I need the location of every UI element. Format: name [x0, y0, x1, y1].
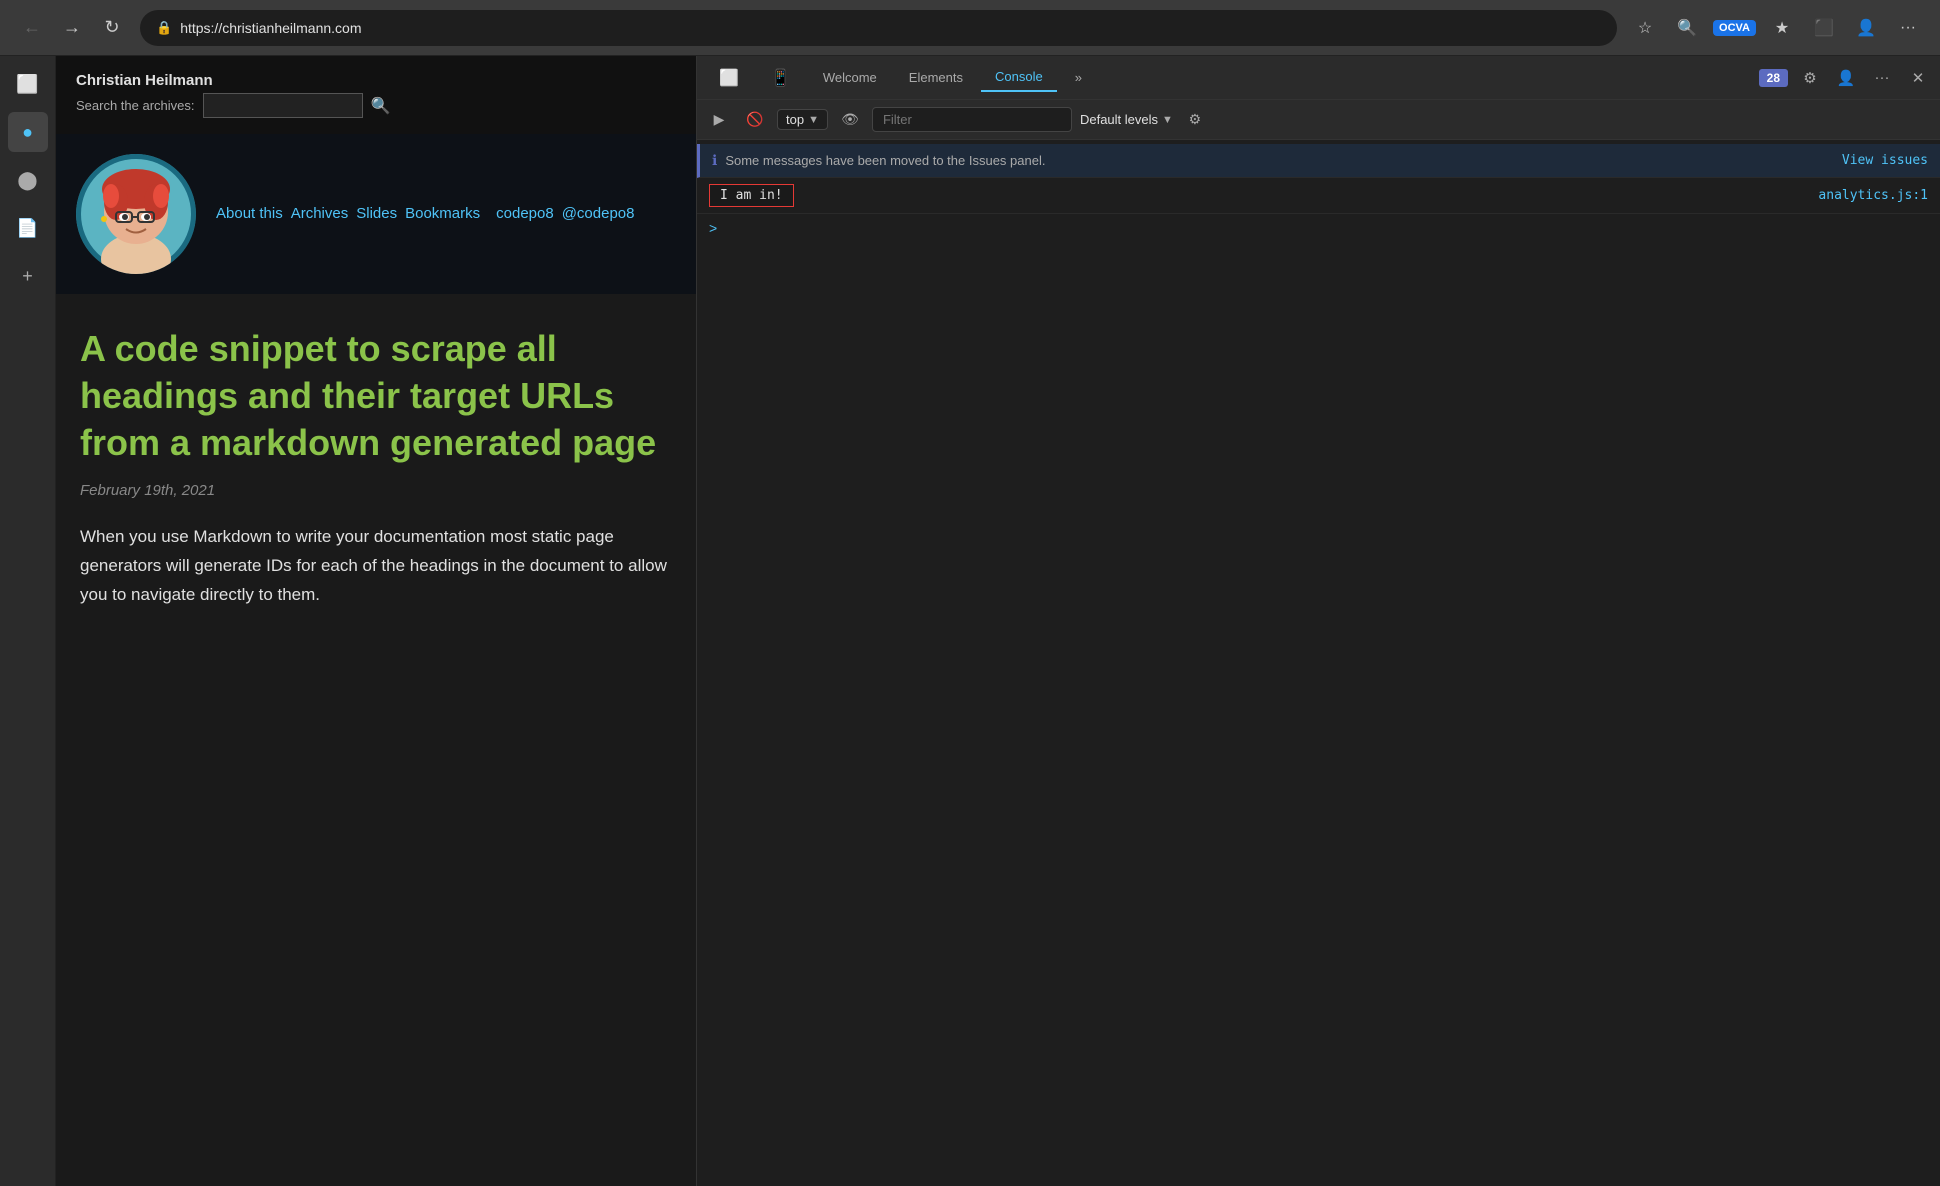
tab-more[interactable]: » — [1061, 64, 1096, 91]
sidebar-github-button[interactable]: ⬤ — [8, 160, 48, 200]
search-label: Search the archives: — [76, 98, 195, 113]
devtools-toolbar-right: 28 ⚙ 👤 ··· ✕ — [1759, 64, 1932, 92]
nav-links: About this Archives Slides Bookmarks cod… — [216, 205, 634, 223]
site-header: Christian Heilmann Search the archives: … — [56, 56, 696, 134]
levels-chevron-icon: ▼ — [1162, 114, 1173, 126]
sidebar-tabs-button[interactable]: ⬜ — [8, 64, 48, 104]
sidebar-add-button[interactable]: + — [8, 256, 48, 296]
console-messages: ℹ Some messages have been moved to the I… — [697, 140, 1940, 1186]
nav-codepo8[interactable]: codepo8 — [496, 205, 554, 223]
back-button[interactable]: ← — [16, 12, 48, 44]
url-input[interactable] — [180, 20, 1601, 36]
lock-icon: 🔒 — [156, 20, 172, 36]
browser-chrome: ← → ↻ 🔒 ☆ 🔍 OCVA ★ ⬛ 👤 ··· — [0, 0, 1940, 56]
screenshot-button[interactable]: ⬛ — [1808, 12, 1840, 44]
nav-buttons: ← → ↻ — [16, 12, 128, 44]
sidebar-doc-button[interactable]: 📄 — [8, 208, 48, 248]
refresh-button[interactable]: ↻ — [96, 12, 128, 44]
person-button[interactable]: 👤 — [1850, 12, 1882, 44]
console-log-message: I am in! — [709, 184, 794, 207]
console-settings-button[interactable]: ⚙ — [1181, 106, 1209, 134]
tab-console[interactable]: Console — [981, 63, 1057, 92]
tab-elements[interactable]: Elements — [895, 64, 977, 91]
search-button[interactable]: 🔍 — [371, 96, 391, 116]
devtools-toolbar: ⬜ 📱 Welcome Elements Console » 28 ⚙ 👤 ··… — [697, 56, 1940, 100]
filter-input[interactable] — [872, 107, 1072, 132]
nav-about[interactable]: About this — [216, 205, 283, 223]
search-row: Search the archives: 🔍 — [76, 93, 390, 118]
context-chevron-icon: ▼ — [808, 114, 819, 126]
ocva-badge[interactable]: OCVA — [1713, 20, 1756, 36]
forward-button[interactable]: → — [56, 12, 88, 44]
view-issues-link[interactable]: View issues — [1842, 153, 1928, 168]
context-label: top — [786, 112, 804, 127]
avatar — [76, 154, 196, 274]
article-date: February 19th, 2021 — [80, 482, 672, 499]
nav-bookmarks[interactable]: Bookmarks — [405, 205, 480, 223]
star-button[interactable]: ☆ — [1629, 12, 1661, 44]
nav-slides[interactable]: Slides — [356, 205, 397, 223]
more-button[interactable]: ··· — [1892, 12, 1924, 44]
issues-badge[interactable]: 28 — [1759, 69, 1788, 87]
console-log-source[interactable]: analytics.js:1 — [1818, 188, 1928, 203]
devtools-panel: ⬜ 📱 Welcome Elements Console » 28 ⚙ 👤 ··… — [696, 56, 1940, 1186]
article-body: When you use Markdown to write your docu… — [80, 523, 672, 610]
tab-welcome[interactable]: Welcome — [809, 64, 891, 91]
article-title: A code snippet to scrape all headings an… — [80, 326, 672, 466]
console-info-row: ℹ Some messages have been moved to the I… — [697, 144, 1940, 178]
devtools-close-button[interactable]: ✕ — [1904, 64, 1932, 92]
eye-button[interactable]: 👁 — [836, 106, 864, 134]
info-message: Some messages have been moved to the Iss… — [725, 153, 1045, 168]
devtools-more-button[interactable]: ··· — [1868, 64, 1896, 92]
site-header-text: Christian Heilmann Search the archives: … — [76, 72, 390, 118]
browser-actions: ☆ 🔍 OCVA ★ ⬛ 👤 ··· — [1629, 12, 1924, 44]
extension-search-button[interactable]: 🔍 — [1671, 12, 1703, 44]
sidebar-extension-button[interactable]: ● — [8, 112, 48, 152]
main-layout: ⬜ ● ⬤ 📄 + Christian Heilmann Search the … — [0, 56, 1940, 1186]
site-banner: About this Archives Slides Bookmarks cod… — [56, 134, 696, 294]
site-title: Christian Heilmann — [76, 72, 390, 89]
levels-selector[interactable]: Default levels ▼ — [1080, 112, 1173, 127]
info-icon: ℹ — [712, 152, 717, 169]
console-clear-button[interactable]: 🚫 — [741, 106, 769, 134]
prompt-icon: > — [709, 220, 717, 236]
devtools-person-button[interactable]: 👤 — [1832, 64, 1860, 92]
devtools-settings-button[interactable]: ⚙ — [1796, 64, 1824, 92]
console-toolbar: ▶ 🚫 top ▼ 👁 Default levels ▼ ⚙ — [697, 100, 1940, 140]
search-input[interactable] — [203, 93, 363, 118]
console-log-row: I am in! analytics.js:1 — [697, 178, 1940, 214]
address-bar[interactable]: 🔒 — [140, 10, 1617, 46]
nav-twitter[interactable]: @codepo8 — [562, 205, 635, 223]
context-selector[interactable]: top ▼ — [777, 109, 828, 130]
web-content: Christian Heilmann Search the archives: … — [56, 56, 696, 1186]
sidebar: ⬜ ● ⬤ 📄 + — [0, 56, 56, 1186]
console-run-button[interactable]: ▶ — [705, 106, 733, 134]
article-content: A code snippet to scrape all headings an… — [56, 294, 696, 642]
devtools-inspect-btn[interactable]: ⬜ — [705, 62, 753, 94]
console-prompt-row[interactable]: > — [697, 214, 1940, 242]
bookmarks-button[interactable]: ★ — [1766, 12, 1798, 44]
levels-label: Default levels — [1080, 112, 1158, 127]
devtools-mobile-btn[interactable]: 📱 — [757, 62, 805, 94]
nav-archives[interactable]: Archives — [291, 205, 349, 223]
